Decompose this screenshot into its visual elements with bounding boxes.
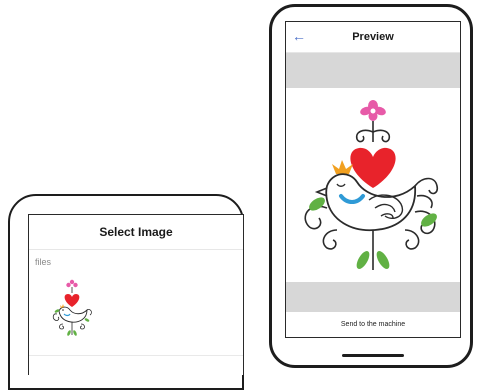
preview-bottom-band	[286, 282, 460, 312]
preview-top-band	[286, 53, 460, 88]
divider	[29, 355, 243, 356]
send-button-label: Send to the machine	[340, 320, 406, 328]
send-to-machine-button[interactable]: Send to the machine	[286, 312, 460, 336]
file-thumbnail[interactable]	[49, 277, 95, 343]
page-title: Preview	[352, 31, 394, 43]
embroidery-bird-icon	[52, 279, 92, 336]
embroidery-preview	[304, 100, 439, 270]
back-arrow-icon[interactable]: ←	[292, 28, 306, 44]
preview-header: ← Preview	[286, 22, 460, 53]
home-indicator[interactable]	[342, 354, 404, 357]
preview-canvas	[286, 88, 460, 282]
page-title: Select Image	[99, 225, 173, 239]
preview-screen: ← Preview Send to the machine	[285, 21, 461, 338]
files-section-label: files	[35, 257, 52, 267]
phone-select-image: Select Image files	[8, 194, 244, 390]
select-image-header: Select Image	[29, 215, 243, 250]
embroidery-bird-icon	[304, 100, 439, 270]
select-image-screen: Select Image files	[28, 214, 244, 375]
phone-preview: ← Preview Send to the machine	[269, 4, 473, 368]
